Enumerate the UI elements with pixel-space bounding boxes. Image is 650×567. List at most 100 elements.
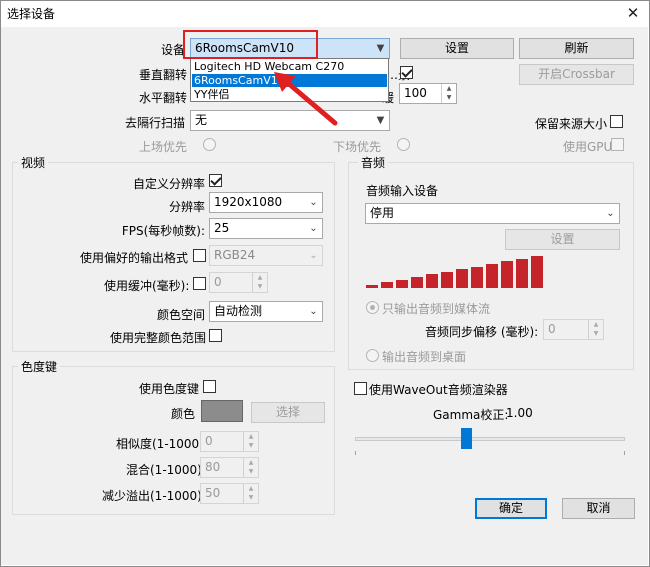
sync-offset-label: 音频同步偏移 (毫秒): [425,325,539,339]
custom-resolution-label: 自定义分辨率 [132,177,205,191]
level-bar [501,261,513,288]
spinner-arrows-icon[interactable]: ▲ ▼ [243,432,258,451]
annotation-arrow-icon [274,72,338,126]
audio-config-button[interactable]: 设置 [505,229,620,250]
level-bar [426,274,438,288]
level-bar [456,269,468,288]
top-field-first-label: 上场优先 [139,140,188,154]
waveout-label: 使用WaveOut音频渲染器 [369,383,508,397]
level-bar [396,280,408,288]
buffer-spinner-value: 100 [404,86,427,100]
gamma-slider-ticks [355,451,625,457]
device-config-button[interactable]: 设置 [400,38,514,59]
chevron-down-icon: ▼ [376,43,385,54]
partial-checkbox[interactable] [400,66,413,79]
resolution-value: 1920x1080 [214,195,283,209]
select-color-button[interactable]: 选择 [251,402,325,423]
vertical-flip-label: 垂直翻转 [139,68,188,82]
chevron-down-icon: ⌄ [309,197,318,208]
audio-input-device-select[interactable]: 停用 ⌄ [365,203,620,224]
spinner-arrows-icon[interactable]: ▲ ▼ [243,458,258,477]
level-bar [516,259,528,288]
cancel-button[interactable]: 取消 [562,498,635,519]
waveout-checkbox[interactable] [354,382,367,395]
level-bar [486,264,498,288]
similarity-spinner[interactable]: 0 ▲ ▼ [200,431,259,452]
blend-label: 混合(1-1000): [126,463,206,477]
slider-tick [624,451,625,455]
resolution-label: 分辨率 [168,200,205,214]
buffer-spinner[interactable]: 100 ▲ ▼ [399,83,457,104]
fps-label: FPS(每秒帧数): [121,224,205,238]
spinner-arrows-icon[interactable]: ▲ ▼ [588,320,603,339]
horizontal-flip-label: 水平翻转 [139,91,188,105]
chevron-down-icon: ▼ [376,115,385,126]
use-gpu-label: 使用GPU [563,140,613,154]
preferred-format-select[interactable]: RGB24 ⌄ [209,245,323,266]
spinner-arrows-icon[interactable]: ▲ ▼ [252,273,267,292]
level-bar [441,272,453,288]
similarity-label: 相似度(1-1000): [116,437,208,451]
full-range-checkbox[interactable] [209,329,222,342]
audio-level-meter [366,254,546,288]
device-label: 设备 [160,43,185,57]
keep-source-size-checkbox[interactable] [610,115,623,128]
buffering-spinner[interactable]: 0 ▲ ▼ [209,272,268,293]
similarity-value: 0 [205,434,213,448]
level-bar [366,285,378,288]
use-gpu-checkbox[interactable] [611,138,624,151]
deinterlace-label: 去隔行扫描 [124,116,185,130]
use-chroma-key-checkbox[interactable] [203,380,216,393]
video-group-title: 视频 [18,154,49,171]
output-desktop-radio[interactable] [366,349,379,362]
fps-select[interactable]: 25 ⌄ [209,218,323,239]
buffering-checkbox[interactable] [193,277,206,290]
output-stream-only-radio[interactable] [366,301,379,314]
top-field-first-radio[interactable] [203,138,216,151]
bottom-field-first-label: 下场优先 [333,140,382,154]
ok-button[interactable]: 确定 [475,498,547,519]
output-stream-only-label: 只输出音频到媒体流 [382,302,491,316]
level-bar [411,277,423,288]
buffering-label: 使用缓冲(毫秒): [104,279,190,293]
title-bar [1,1,648,27]
close-icon[interactable]: ✕ [618,1,648,25]
crossbar-button[interactable]: 开启Crossbar [519,64,634,85]
chroma-key-group-title: 色度键 [18,358,61,375]
color-space-label: 颜色空间 [156,308,205,322]
preferred-format-value: RGB24 [214,248,256,262]
preferred-format-checkbox[interactable] [193,249,206,262]
gamma-slider-track[interactable] [355,437,625,441]
resolution-select[interactable]: 1920x1080 ⌄ [209,192,323,213]
chevron-down-icon: ⌄ [606,208,615,219]
refresh-button[interactable]: 刷新 [519,38,634,59]
chevron-down-icon: ⌄ [309,250,318,261]
spinner-arrows-icon[interactable]: ▲ ▼ [441,84,456,103]
chevron-down-icon: ⌄ [309,306,318,317]
blend-value: 80 [205,460,221,474]
use-chroma-key-label: 使用色度键 [139,382,200,396]
gamma-value: 1.00 [506,406,533,420]
gamma-slider-thumb[interactable] [461,428,472,449]
spinner-arrows-icon[interactable]: ▲ ▼ [243,484,258,503]
fps-value: 25 [214,221,230,235]
audio-input-device-value: 停用 [370,206,395,220]
blend-spinner[interactable]: 80 ▲ ▼ [200,457,259,478]
color-space-select[interactable]: 自动检测 ⌄ [209,301,323,322]
chevron-down-icon: ⌄ [309,223,318,234]
spill-label: 减少溢出(1-1000): [102,489,206,503]
gamma-label: Gamma校正: [433,408,509,422]
slider-tick [355,451,356,455]
annotation-highlight-box [183,30,318,59]
sync-offset-value: 0 [548,322,556,336]
bottom-field-first-radio[interactable] [397,138,410,151]
key-color-label: 颜色 [171,407,196,421]
spill-spinner[interactable]: 50 ▲ ▼ [200,483,259,504]
preferred-format-label: 使用偏好的输出格式 [80,251,189,265]
sync-offset-spinner[interactable]: 0 ▲ ▼ [543,319,604,340]
window-title: 选择设备 [7,7,56,21]
level-bar [471,267,483,288]
custom-resolution-checkbox[interactable] [209,174,222,187]
key-color-swatch[interactable] [201,400,243,422]
audio-input-device-label: 音频输入设备 [366,184,439,198]
